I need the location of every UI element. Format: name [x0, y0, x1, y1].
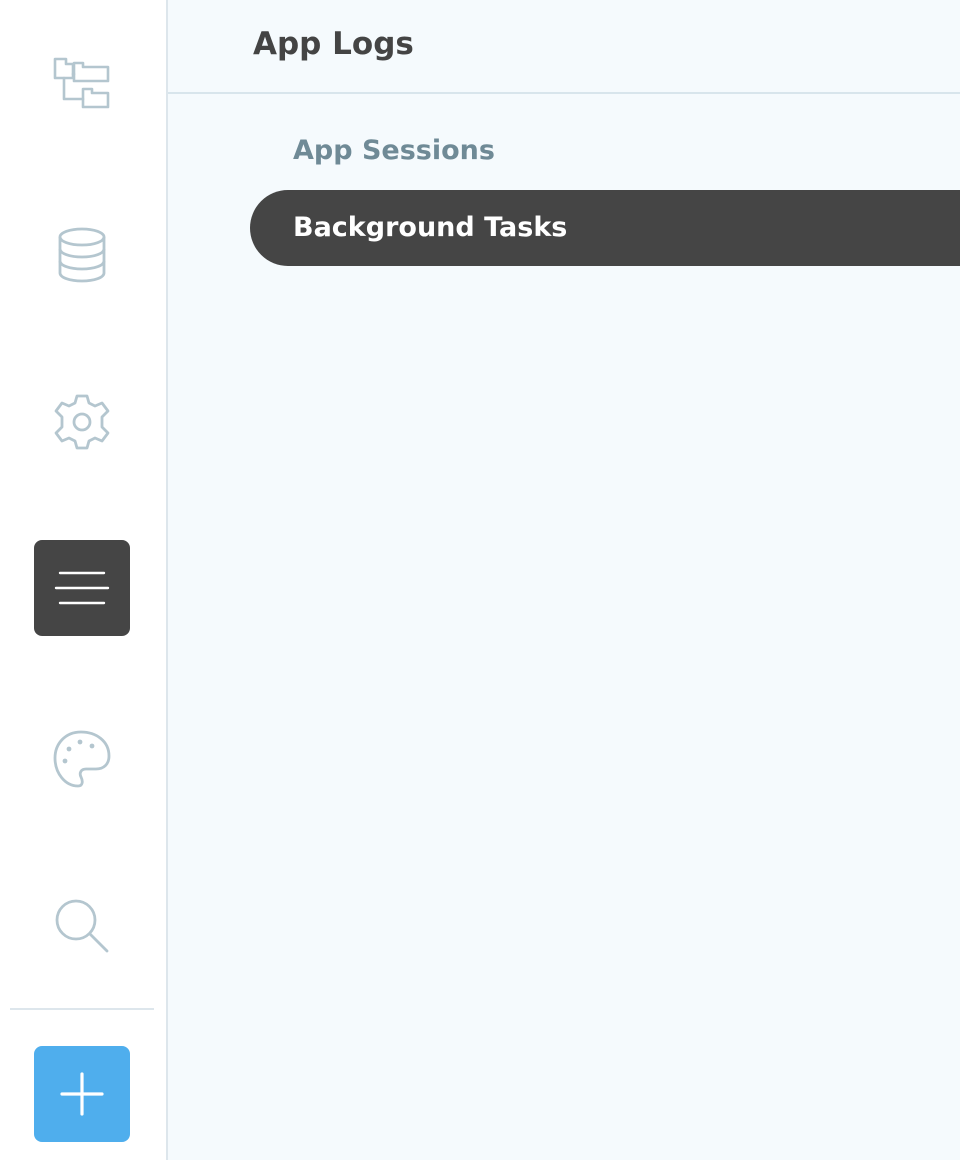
sidebar-item-database[interactable]	[34, 207, 130, 303]
folder-tree-icon	[53, 57, 110, 109]
sidebar-divider	[10, 1008, 154, 1010]
log-item-app-sessions[interactable]: App Sessions	[250, 113, 960, 189]
palette-icon	[53, 730, 111, 788]
page-header: App Logs	[168, 0, 960, 94]
page-title: App Logs	[253, 26, 414, 62]
plus-icon	[60, 1072, 104, 1116]
sidebar-rail	[0, 0, 168, 1160]
gear-icon	[54, 394, 110, 450]
hamburger-menu-icon	[54, 571, 110, 605]
main-panel: App Logs App Sessions Background Tasks	[168, 0, 960, 1160]
database-icon	[58, 227, 106, 283]
log-item-background-tasks[interactable]: Background Tasks	[250, 190, 960, 266]
app-window: App Logs App Sessions Background Tasks	[0, 0, 960, 1160]
sidebar-item-theme[interactable]	[34, 711, 130, 807]
sidebar-item-structure[interactable]	[34, 38, 130, 134]
sidebar-item-search[interactable]	[34, 878, 130, 974]
sidebar-item-settings[interactable]	[34, 374, 130, 470]
add-button[interactable]	[34, 1046, 130, 1142]
sidebar-item-logs[interactable]	[34, 540, 130, 636]
search-icon	[55, 899, 109, 953]
